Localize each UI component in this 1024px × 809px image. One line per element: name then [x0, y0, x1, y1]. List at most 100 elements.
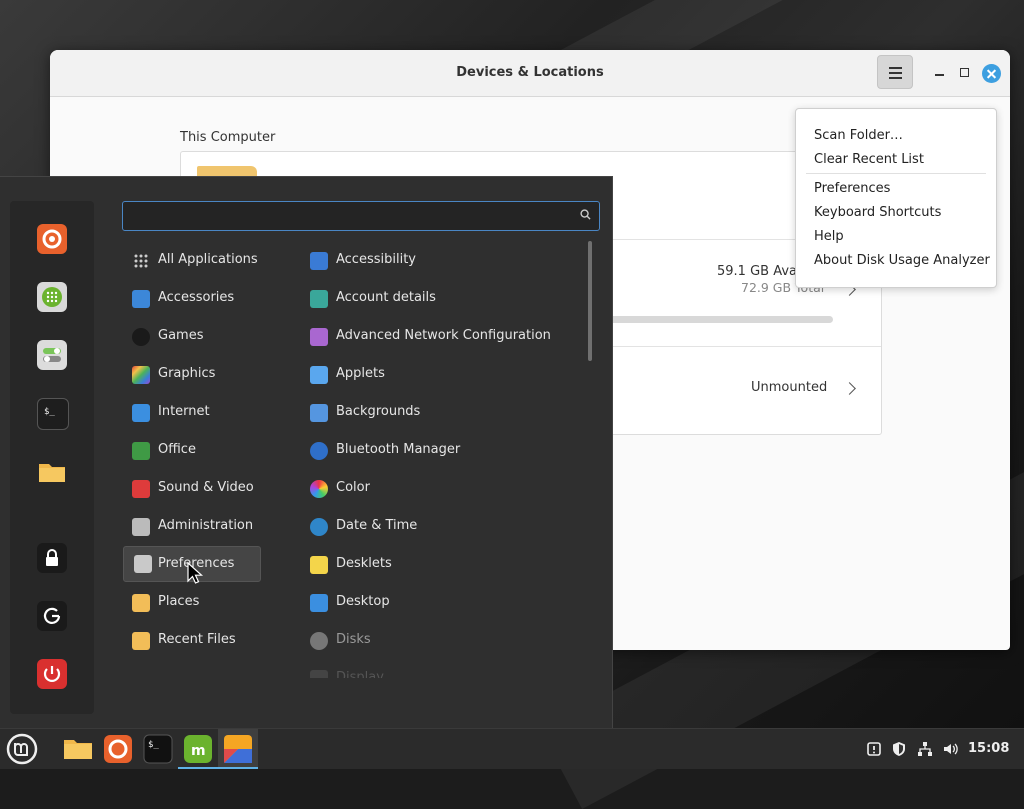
category-internet[interactable]: Internet	[122, 398, 260, 428]
shutdown-icon[interactable]	[37, 659, 67, 689]
taskbar-firefox[interactable]	[98, 729, 138, 769]
display-icon	[310, 670, 328, 678]
folder-icon	[132, 594, 150, 612]
home-folder-icon	[197, 166, 257, 176]
user-icon	[310, 290, 328, 308]
app-bluetooth-manager[interactable]: Bluetooth Manager	[300, 436, 580, 466]
svg-text:$_: $_	[148, 740, 159, 750]
network-icon[interactable]	[917, 741, 933, 757]
app-backgrounds[interactable]: Backgrounds	[300, 398, 580, 428]
app-disks[interactable]: Disks	[300, 626, 580, 656]
category-places[interactable]: Places	[122, 588, 260, 618]
app-label: Desktop	[336, 594, 390, 609]
menu-item-clear-recent[interactable]: Clear Recent List	[814, 152, 924, 167]
app-account-details[interactable]: Account details	[300, 284, 580, 314]
gamepad-icon	[132, 328, 150, 346]
category-label: Places	[158, 594, 200, 609]
minimize-button[interactable]	[930, 63, 950, 83]
search-input[interactable]	[131, 206, 575, 228]
category-label: Recent Files	[158, 632, 236, 647]
desktop-icon	[310, 594, 328, 612]
clock[interactable]: 15:08	[968, 741, 1009, 756]
taskbar: $_ m 15:08	[0, 728, 1024, 769]
category-label: Administration	[158, 518, 254, 533]
app-color[interactable]: Color	[300, 474, 580, 504]
category-office[interactable]: Office	[122, 436, 260, 466]
files-icon[interactable]	[37, 456, 67, 486]
network-config-icon	[310, 328, 328, 346]
taskbar-files[interactable]	[58, 729, 98, 769]
firefox-icon[interactable]	[37, 224, 67, 254]
app-label: Desklets	[336, 556, 392, 571]
volume-icon[interactable]	[942, 741, 958, 757]
menu-item-help[interactable]: Help	[814, 229, 844, 244]
hamburger-menu-button[interactable]	[877, 55, 913, 89]
taskbar-update-manager[interactable]: m	[178, 729, 218, 769]
terminal-icon[interactable]: $_	[37, 398, 69, 430]
favorites-sidebar: $_	[10, 201, 94, 714]
files-icon	[64, 740, 92, 759]
window-title: Devices & Locations	[456, 65, 604, 80]
svg-text:m: m	[191, 743, 206, 759]
app-accessibility[interactable]: Accessibility	[300, 246, 580, 276]
search-box[interactable]	[122, 201, 600, 231]
app-label: Disks	[336, 632, 371, 647]
system-settings-icon[interactable]	[37, 340, 67, 370]
category-label: Office	[158, 442, 196, 457]
device-status: Unmounted	[751, 380, 828, 395]
app-applets[interactable]: Applets	[300, 360, 580, 390]
logout-icon[interactable]	[37, 601, 67, 631]
app-list-scrollbar[interactable]	[588, 241, 592, 361]
menu-item-scan-folder[interactable]: Scan Folder…	[814, 128, 903, 143]
category-label: All Applications	[158, 252, 258, 267]
backgrounds-icon	[310, 404, 328, 422]
category-label: Graphics	[158, 366, 216, 381]
app-display[interactable]: Display	[300, 664, 580, 678]
app-menu-popover: Scan Folder… Clear Recent List Preferenc…	[795, 108, 997, 288]
recent-folder-icon	[132, 632, 150, 650]
app-label: Accessibility	[336, 252, 416, 267]
menu-item-keyboard-shortcuts[interactable]: Keyboard Shortcuts	[814, 205, 941, 220]
category-games[interactable]: Games	[122, 322, 260, 352]
administration-icon	[132, 518, 150, 536]
category-all-applications[interactable]: All Applications	[122, 246, 260, 276]
menu-item-preferences[interactable]: Preferences	[814, 181, 890, 196]
device-available: 59.1 GB Avail	[717, 264, 805, 279]
clock-icon	[310, 518, 328, 536]
category-recent-files[interactable]: Recent Files	[122, 626, 260, 656]
app-desklets[interactable]: Desklets	[300, 550, 580, 580]
menu-separator	[806, 173, 986, 174]
app-advanced-network[interactable]: Advanced Network Configuration	[300, 322, 580, 352]
app-label: Display	[336, 670, 384, 678]
notification-icon[interactable]	[866, 741, 882, 757]
section-label: This Computer	[180, 130, 276, 145]
category-graphics[interactable]: Graphics	[122, 360, 260, 390]
lock-icon[interactable]	[37, 543, 67, 573]
taskbar-terminal[interactable]: $_	[138, 729, 178, 769]
app-desktop[interactable]: Desktop	[300, 588, 580, 618]
app-date-time[interactable]: Date & Time	[300, 512, 580, 542]
window-titlebar[interactable]: Devices & Locations	[50, 50, 1010, 97]
mouse-cursor-icon	[187, 562, 204, 584]
close-button[interactable]	[982, 64, 1001, 83]
update-manager-icon: m	[184, 735, 212, 763]
accessibility-icon	[310, 252, 328, 270]
shield-icon[interactable]	[891, 741, 907, 757]
category-label: Internet	[158, 404, 210, 419]
category-accessories[interactable]: Accessories	[122, 284, 260, 314]
terminal-icon: $_	[143, 734, 173, 764]
category-label: Sound & Video	[158, 480, 254, 495]
app-label: Account details	[336, 290, 436, 305]
category-administration[interactable]: Administration	[122, 512, 260, 542]
office-icon	[132, 442, 150, 460]
applets-icon	[310, 366, 328, 384]
color-icon	[310, 480, 328, 498]
desklets-icon	[310, 556, 328, 574]
taskbar-disk-usage-analyzer[interactable]	[218, 729, 258, 769]
mint-menu-button[interactable]	[2, 729, 42, 769]
software-manager-icon[interactable]	[37, 282, 67, 312]
category-sound-video[interactable]: Sound & Video	[122, 474, 260, 504]
maximize-button[interactable]	[955, 63, 975, 83]
menu-item-about[interactable]: About Disk Usage Analyzer	[814, 253, 990, 268]
app-label: Color	[336, 480, 370, 495]
